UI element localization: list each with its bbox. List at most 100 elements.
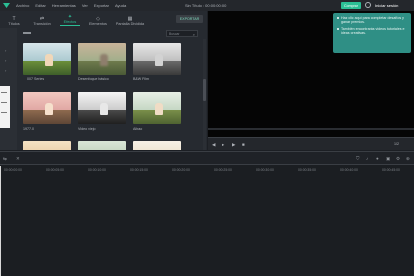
effect-label: Aibao (133, 127, 143, 131)
time-tick: 00:00:15:00 (130, 168, 148, 172)
menu-tools[interactable]: Herramientas (52, 3, 76, 8)
bullet-icon (337, 28, 339, 30)
time-tick: 00:00:40:00 (340, 168, 358, 172)
tab-label: Elementos (89, 22, 107, 26)
app-logo-icon (2, 3, 10, 9)
preview-progress-bar[interactable] (208, 128, 414, 130)
challenge-tooltip: Haz clic aquí para completar desafíos y … (333, 13, 411, 53)
effect-thumbnail[interactable] (133, 141, 181, 150)
user-icon[interactable] (365, 2, 371, 8)
library-scrollbar[interactable] (203, 39, 206, 150)
time-tick: 00:00:25:00 (214, 168, 232, 172)
preview-page-indicator: 1/2 (394, 142, 399, 146)
effect-thumbnail[interactable] (78, 92, 126, 124)
category-list (0, 86, 10, 128)
tab-label: Efectos (63, 20, 77, 25)
tab-label: Pantalla Dividida (115, 22, 145, 26)
tab-label: Títulos (8, 22, 20, 26)
effect-label: 007 Series (27, 77, 45, 81)
effect-thumbnail[interactable] (133, 92, 181, 124)
tab-titles[interactable]: T Títulos (0, 11, 28, 28)
time-tick: 00:00:45:00 (382, 168, 400, 172)
timeline-toolbar: ⇆ ✕ ⛉ ♪ ● ▣ ⚙ ⊕ (0, 151, 414, 165)
library-panel: T Títulos ⇄ Transición ✦ Efectos ◇ Eleme… (0, 11, 207, 150)
effect-thumbnail[interactable] (23, 141, 71, 150)
zoom-icon[interactable]: ⊕ (406, 156, 410, 161)
category-line (1, 102, 7, 103)
library-toolbar: Buscar ⌕ (17, 28, 207, 39)
effect-thumbnail[interactable] (23, 92, 71, 124)
time-tick: 00:00:00:00 (4, 168, 22, 172)
export-button[interactable]: EXPORTAR (176, 15, 203, 23)
delete-icon[interactable]: ✕ (16, 156, 20, 161)
thumbnail-sky (23, 141, 71, 150)
tooltip-item: Haz clic aquí para completar desafíos y … (337, 16, 407, 25)
effect-thumbnail[interactable] (78, 43, 126, 75)
time-tick: 00:00:05:00 (46, 168, 64, 172)
effect-label: Video viejo (78, 127, 96, 131)
shield-icon[interactable]: ⛉ (356, 156, 359, 161)
tab-effects[interactable]: ✦ Efectos (56, 11, 84, 28)
settings-icon[interactable]: ⚙ (396, 156, 400, 161)
menu-bar: Archivo Editar Herramientas Ver Exportar… (0, 0, 414, 11)
previous-frame-icon[interactable]: ◀ (212, 142, 215, 147)
menu-view[interactable]: Ver (82, 3, 88, 8)
effect-label: 1977.0 (23, 127, 34, 131)
effect-label: B&W Film (133, 77, 149, 81)
tab-split-screen[interactable]: ▦ Pantalla Dividida (112, 11, 148, 28)
bullet-icon (337, 17, 339, 20)
scrollbar-thumb[interactable] (203, 79, 206, 101)
window-title: Sin Título : 00:00:00:00 (185, 3, 227, 8)
tab-label: Transición (33, 22, 51, 26)
search-icon: ⌕ (192, 32, 195, 37)
play-icon[interactable]: ▶ (232, 142, 235, 147)
step-back-icon[interactable]: ▸ (222, 142, 224, 147)
menu-export[interactable]: Exportar (94, 3, 109, 8)
menu-edit[interactable]: Editar (35, 3, 45, 8)
filmora-editor-window: Archivo Editar Herramientas Ver Exportar… (0, 0, 414, 276)
playhead[interactable] (0, 166, 1, 276)
effect-thumbnail[interactable] (133, 43, 181, 75)
tooltip-text: También encontrarás videos tutoriales e … (341, 26, 405, 36)
preview-controls: ◀ ▸ ▶ ■ 1/2 (208, 137, 414, 150)
thumbnail-subject (44, 54, 53, 67)
thumbnail-subject (99, 54, 108, 67)
effects-grid: 007 Series Desenfoque básico B&W Film 19… (17, 39, 201, 150)
timeline-tracks[interactable] (0, 177, 414, 276)
time-tick: 00:00:30:00 (256, 168, 274, 172)
category-line (1, 112, 7, 113)
thumbnail-subject (99, 103, 108, 116)
voiceover-icon[interactable]: ♪ (366, 156, 368, 161)
tab-transitions[interactable]: ⇄ Transición (28, 11, 56, 28)
chevron-right-icon[interactable]: › (5, 68, 9, 73)
menu-icon[interactable] (23, 32, 31, 34)
effect-label: Desenfoque básico (78, 77, 109, 81)
menu-help[interactable]: Ayuda (115, 3, 126, 8)
snapshot-icon[interactable]: ▣ (386, 156, 390, 161)
buy-button[interactable]: Comprar (341, 2, 361, 9)
tooltip-item: También encontrarás videos tutoriales e … (337, 27, 407, 36)
thumbnail-subject (154, 54, 163, 67)
record-icon[interactable]: ● (376, 156, 379, 161)
category-line (1, 92, 7, 93)
time-tick: 00:00:35:00 (298, 168, 316, 172)
thumbnail-subject (44, 103, 53, 116)
chevron-right-icon[interactable]: › (5, 58, 9, 63)
thumbnail-sky (78, 141, 126, 150)
category-sidebar: › › › (0, 28, 17, 150)
tab-elements[interactable]: ◇ Elementos (84, 11, 112, 28)
thumbnail-sky (133, 141, 181, 150)
chevron-right-icon[interactable]: › (5, 48, 9, 53)
menu-file[interactable]: Archivo (16, 3, 29, 8)
stop-icon[interactable]: ■ (242, 142, 245, 147)
tooltip-text: Haz clic aquí para completar desafíos y … (341, 16, 404, 25)
effect-thumbnail[interactable] (23, 43, 71, 75)
time-tick: 00:00:10:00 (88, 168, 106, 172)
time-tick: 00:00:20:00 (172, 168, 190, 172)
undo-icon[interactable]: ⇆ (3, 156, 7, 161)
login-link[interactable]: Iniciar sesión (375, 3, 398, 8)
search-input[interactable]: Buscar ⌕ (166, 30, 198, 37)
effect-thumbnail[interactable] (78, 141, 126, 150)
search-placeholder: Buscar (169, 31, 180, 36)
timeline-ruler[interactable]: 00:00:00:00 00:00:05:00 00:00:10:00 00:0… (0, 165, 414, 177)
